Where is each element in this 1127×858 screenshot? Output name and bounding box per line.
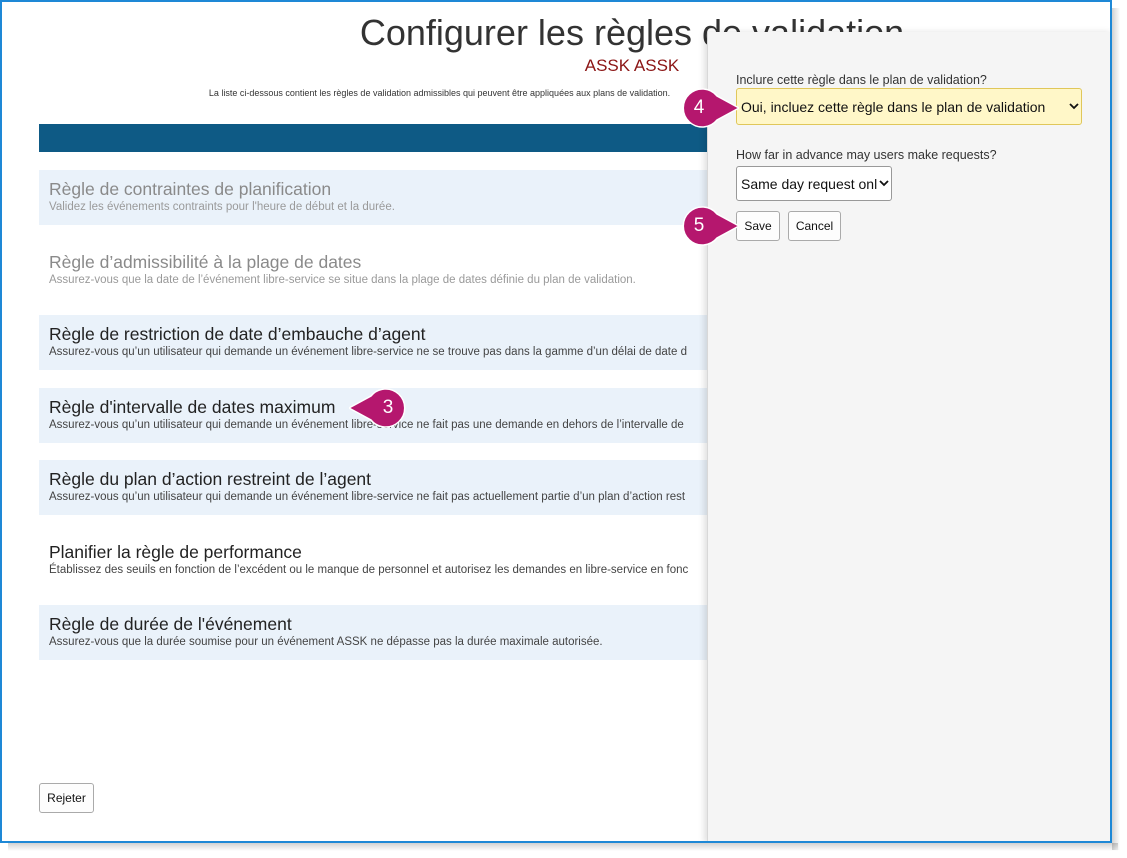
callout-number: 4 — [693, 97, 705, 118]
rule-title: Règle de durée de l'événement — [49, 614, 292, 634]
rule-row-performance[interactable]: Planifier la règle de performance Établi… — [39, 533, 759, 588]
rule-row-scheduling-constraints[interactable]: Règle de contraintes de planification Va… — [39, 170, 759, 225]
rule-description: Assurez-vous qu’un utilisateur qui deman… — [49, 346, 687, 358]
cancel-button[interactable]: Cancel — [788, 211, 841, 241]
app-window: Configurer les règles de validation ASSK… — [0, 0, 1112, 843]
window-shadow-right — [1112, 8, 1120, 850]
step-5-callout: 5 — [675, 206, 739, 246]
advance-request-select-value: Same day request only — [741, 175, 877, 192]
rule-title: Règle d’admissibilité à la plage de date… — [49, 252, 362, 272]
chevron-down-icon — [1067, 103, 1081, 110]
rule-description: Assurez-vous que la durée soumise pour u… — [49, 636, 603, 648]
rule-row-hire-date-restriction[interactable]: Règle de restriction de date d’embauche … — [39, 315, 759, 370]
rule-title: Règle du plan d’action restreint de l’ag… — [49, 469, 372, 489]
reject-button[interactable]: Rejeter — [39, 783, 94, 813]
rule-description: Assurez-vous que la date de l’événement … — [49, 274, 636, 286]
step-4-callout: 4 — [675, 88, 739, 128]
rule-description: Établissez des seuils en fonction de l’e… — [49, 564, 689, 576]
include-rule-select[interactable]: Oui, incluez cette règle dans le plan de… — [736, 88, 1082, 125]
advance-request-label: How far in advance may users make reques… — [736, 148, 997, 162]
callout-number: 5 — [693, 215, 705, 236]
rule-description: Validez les événements contraints pour l… — [49, 201, 395, 213]
chevron-down-icon — [877, 180, 891, 187]
callout-number: 3 — [382, 397, 394, 418]
rule-title: Règle de restriction de date d’embauche … — [49, 324, 426, 344]
rule-title: Planifier la règle de performance — [49, 542, 302, 562]
include-rule-label: Inclure cette règle dans le plan de vali… — [736, 73, 987, 87]
rule-row-event-duration[interactable]: Règle de durée de l'événement Assurez-vo… — [39, 605, 759, 660]
rule-row-restricted-action-plan[interactable]: Règle du plan d’action restreint de l’ag… — [39, 460, 759, 515]
rule-config-panel: Inclure cette règle dans le plan de vali… — [707, 32, 1110, 841]
rule-description: Assurez-vous qu’un utilisateur qui deman… — [49, 491, 686, 503]
save-button[interactable]: Save — [736, 211, 780, 241]
step-3-callout: 3 — [349, 388, 413, 428]
rule-row-date-range-eligibility[interactable]: Règle d’admissibilité à la plage de date… — [39, 243, 759, 298]
rules-header-bar — [39, 124, 759, 152]
include-rule-select-value: Oui, incluez cette règle dans le plan de… — [741, 98, 1046, 115]
window-shadow-bottom — [8, 843, 1118, 851]
advance-request-select[interactable]: Same day request only — [736, 166, 892, 201]
rule-title: Règle de contraintes de planification — [49, 179, 332, 199]
